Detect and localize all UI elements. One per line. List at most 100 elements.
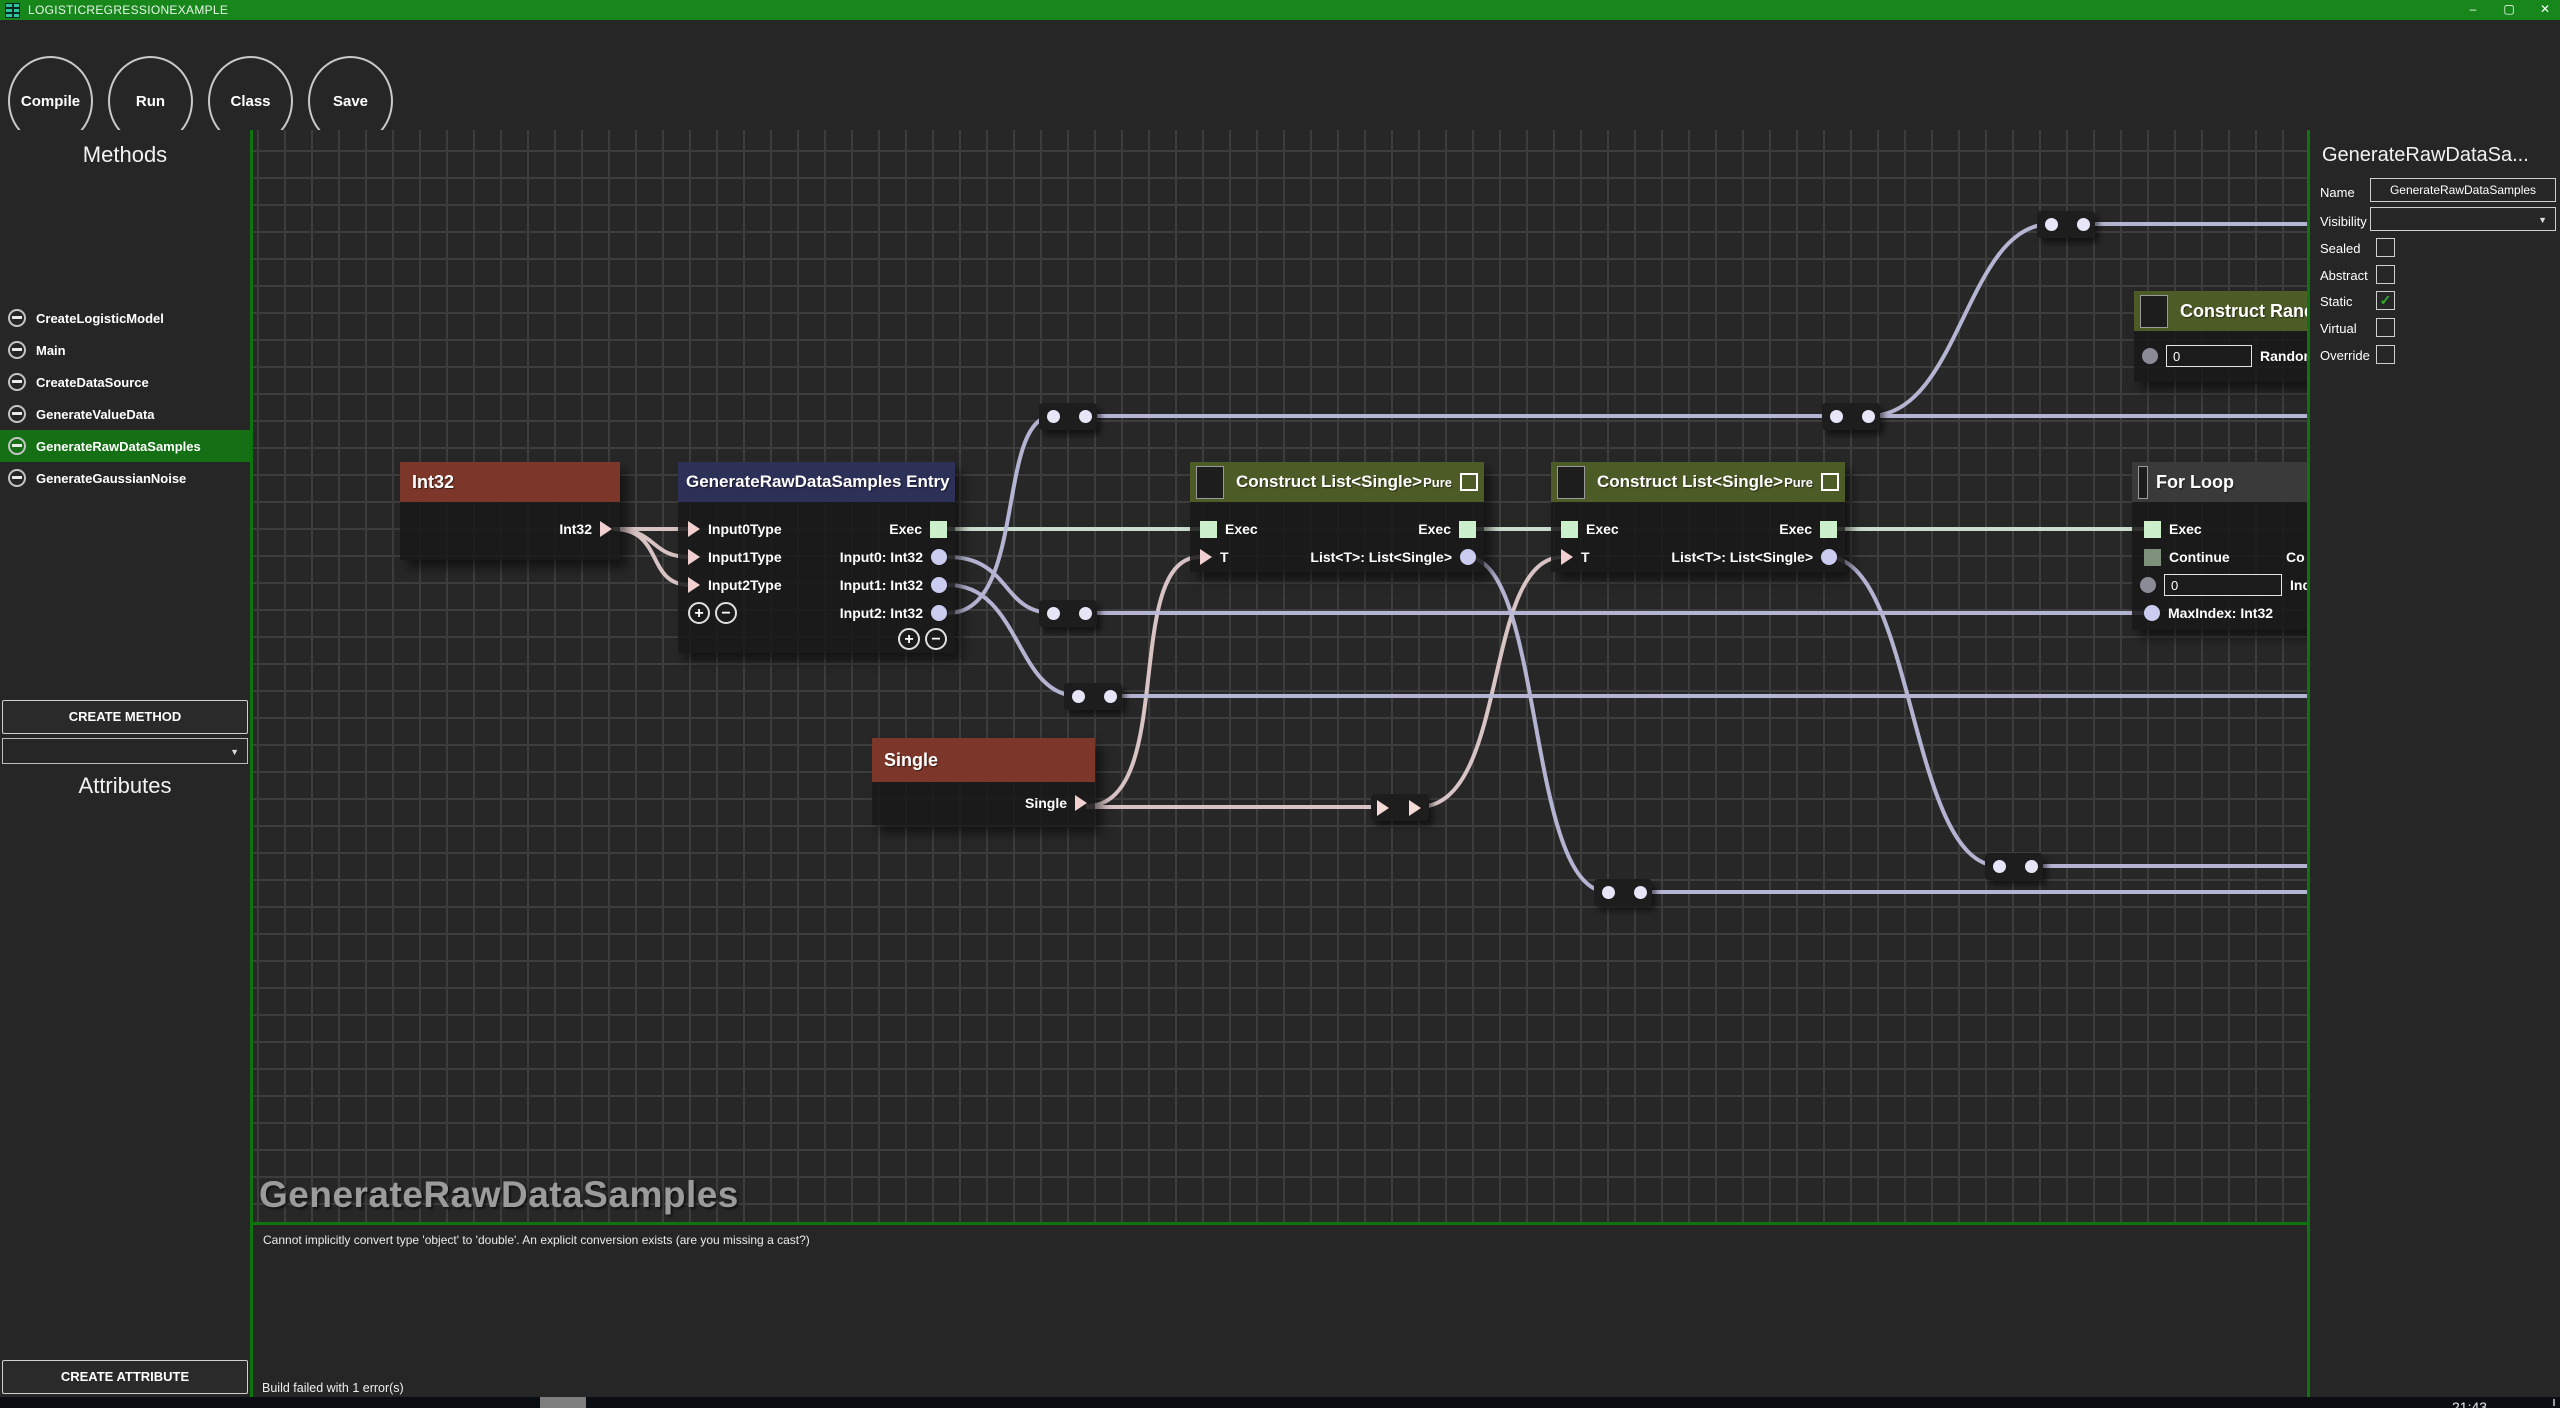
single-output-pin[interactable]: Single [1025, 789, 1087, 817]
random-value-input[interactable]: 0 [2166, 345, 2252, 367]
collapse-tab[interactable] [1557, 466, 1585, 499]
remove-pin-icon[interactable]: − [715, 602, 737, 624]
type-pin-icon[interactable] [688, 521, 700, 537]
input0type-pin[interactable]: Input0Type [688, 515, 782, 543]
for-loop-node[interactable]: For Loop Exec Continue Co 0 Ind MaxIndex… [2132, 462, 2307, 630]
exec-pin-icon[interactable] [2144, 549, 2161, 566]
exec-pin-icon[interactable] [1820, 521, 1837, 538]
remove-pin-icon[interactable]: − [925, 628, 947, 650]
data-pin-icon[interactable] [1821, 549, 1837, 565]
remove-method-icon[interactable] [8, 309, 26, 327]
maxindex-in-pin[interactable]: MaxIndex: Int32 [2144, 599, 2273, 627]
type-pin-icon[interactable] [600, 521, 612, 537]
int32-output-pin[interactable]: Int32 [559, 515, 612, 543]
maximize-icon[interactable]: ▢ [2494, 0, 2524, 20]
pure-checkbox[interactable] [1821, 473, 1839, 491]
int32-node-header[interactable]: Int32 [400, 462, 620, 502]
type-pin-icon[interactable] [1075, 795, 1087, 811]
close-icon[interactable]: ✕ [2530, 0, 2560, 20]
list-out-pin[interactable]: List<T>: List<Single> [1310, 543, 1476, 571]
entry-exec-out-pin[interactable]: Exec [889, 515, 947, 543]
type-pin-icon[interactable] [1561, 549, 1573, 565]
reroute-node[interactable] [1594, 879, 1652, 906]
remove-method-icon[interactable] [8, 341, 26, 359]
type-pin-icon[interactable] [688, 577, 700, 593]
sidebar-item-generatevaluedata[interactable]: GenerateValueData [0, 398, 250, 430]
entry-node-header[interactable]: GenerateRawDataSamples Entry [678, 462, 955, 502]
sidebar-item-main[interactable]: Main [0, 334, 250, 366]
abstract-checkbox[interactable] [2376, 265, 2395, 284]
exec-in-pin[interactable]: Exec [1200, 515, 1258, 543]
virtual-checkbox[interactable] [2376, 318, 2395, 337]
taskbar-item[interactable] [540, 1397, 586, 1408]
sidebar-item-generaterawdatasamples[interactable]: GenerateRawDataSamples [0, 430, 250, 462]
reroute-node[interactable] [2037, 211, 2095, 238]
data-pin-icon[interactable] [1460, 549, 1476, 565]
pure-checkbox[interactable] [1460, 473, 1478, 491]
continue-in-pin[interactable]: Continue [2144, 543, 2230, 571]
construct-random-node[interactable]: Construct Random 0 Random [2134, 291, 2307, 382]
construct-list-node-2[interactable]: Construct List<Single> Pure Exec T Exec … [1551, 462, 1845, 572]
remove-method-icon[interactable] [8, 469, 26, 487]
entry-input1-out-pin[interactable]: Input1: Int32 [840, 571, 947, 599]
collapse-tab[interactable] [2140, 295, 2168, 328]
remove-method-icon[interactable] [8, 373, 26, 391]
exec-out-pin[interactable]: Exec [1418, 515, 1476, 543]
entry-input2-out-pin[interactable]: Input2: Int32 [840, 599, 947, 627]
t-in-pin[interactable]: T [1200, 543, 1229, 571]
remove-method-icon[interactable] [8, 437, 26, 455]
collapse-tab[interactable] [2138, 466, 2148, 499]
sidebar-item-generategaussiannoise[interactable]: GenerateGaussianNoise [0, 462, 250, 494]
exec-pin-icon[interactable] [2144, 521, 2161, 538]
sidebar-item-createdatasource[interactable]: CreateDataSource [0, 366, 250, 398]
input1type-pin[interactable]: Input1Type [688, 543, 782, 571]
index-input-row[interactable]: 0 Ind [2140, 571, 2307, 599]
entry-node[interactable]: GenerateRawDataSamples Entry Input0Type … [678, 462, 955, 653]
reroute-node[interactable] [1064, 683, 1122, 710]
static-checkbox[interactable]: ✓ [2376, 291, 2395, 310]
list-out-pin[interactable]: List<T>: List<Single> [1671, 543, 1837, 571]
reroute-node[interactable] [1039, 600, 1097, 627]
error-message[interactable]: Cannot implicitly convert type 'object' … [263, 1233, 810, 1247]
collapse-tab[interactable] [1196, 466, 1224, 499]
exec-out-pin[interactable]: Exec [1779, 515, 1837, 543]
random-input-row[interactable]: 0 Random [2142, 342, 2307, 370]
int32-node[interactable]: Int32 Int32 [400, 462, 620, 560]
data-pin-icon[interactable] [2140, 577, 2156, 593]
data-pin-icon[interactable] [931, 605, 947, 621]
index-value-input[interactable]: 0 [2164, 574, 2282, 596]
single-node[interactable]: Single Single [872, 738, 1095, 825]
add-pin-icon[interactable]: + [688, 602, 710, 624]
node-graph-canvas[interactable]: Int32 Int32 GenerateRawDataSamples Entry… [253, 130, 2307, 1222]
create-method-button[interactable]: CREATE METHOD [2, 700, 248, 734]
reroute-node[interactable] [1985, 853, 2043, 880]
exec-pin-icon[interactable] [1459, 521, 1476, 538]
method-type-dropdown[interactable]: ▼ [2, 738, 248, 764]
exec-pin-icon[interactable] [1200, 521, 1217, 538]
exec-in-pin[interactable]: Exec [2144, 515, 2202, 543]
construct-list-node-1[interactable]: Construct List<Single> Pure Exec T Exec … [1190, 462, 1484, 572]
type-pin-icon[interactable] [1200, 549, 1212, 565]
data-pin-icon[interactable] [931, 549, 947, 565]
sealed-checkbox[interactable] [2376, 238, 2395, 257]
exec-pin-icon[interactable] [930, 521, 947, 538]
remove-method-icon[interactable] [8, 405, 26, 423]
t-in-pin[interactable]: T [1561, 543, 1590, 571]
name-field[interactable]: GenerateRawDataSamples [2370, 178, 2556, 202]
exec-pin-icon[interactable] [1561, 521, 1578, 538]
add-pin-icon[interactable]: + [898, 628, 920, 650]
data-pin-icon[interactable] [2144, 605, 2160, 621]
reroute-node[interactable] [1822, 403, 1880, 430]
single-node-header[interactable]: Single [872, 738, 1095, 782]
minimize-icon[interactable]: – [2458, 0, 2488, 20]
type-pin-icon[interactable] [688, 549, 700, 565]
override-checkbox[interactable] [2376, 345, 2395, 364]
entry-input0-out-pin[interactable]: Input0: Int32 [840, 543, 947, 571]
visibility-dropdown[interactable]: ▼ [2370, 207, 2556, 231]
exec-in-pin[interactable]: Exec [1561, 515, 1619, 543]
create-attribute-button[interactable]: CREATE ATTRIBUTE [2, 1360, 248, 1394]
reroute-node[interactable] [1039, 403, 1097, 430]
data-pin-icon[interactable] [2142, 348, 2158, 364]
reroute-node-type[interactable] [1371, 794, 1429, 821]
data-pin-icon[interactable] [931, 577, 947, 593]
